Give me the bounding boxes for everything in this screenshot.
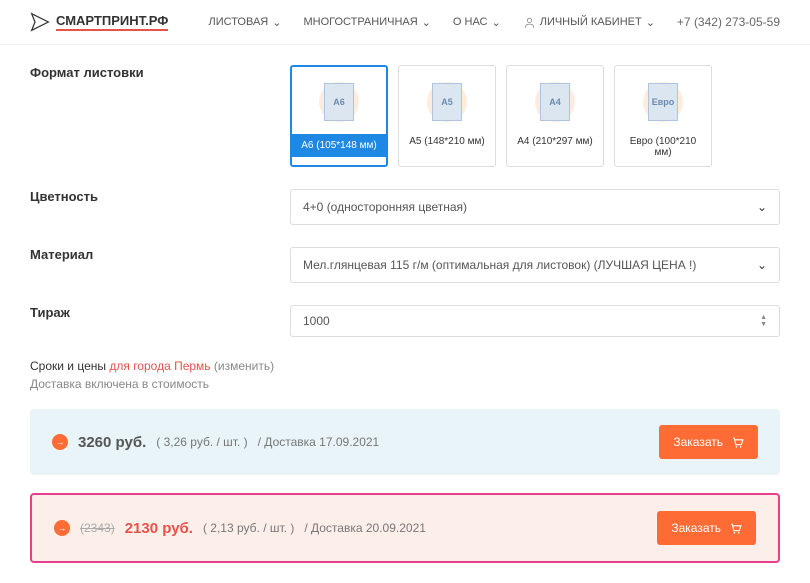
- price-value: 2130 руб.: [125, 520, 193, 537]
- delivery-note: Доставка включена в стоимость: [30, 377, 780, 391]
- chevron-down-icon: ⌄: [646, 16, 655, 29]
- order-button[interactable]: Заказать: [657, 511, 756, 545]
- terms-block: Сроки и цены для города Пермь (изменить)…: [30, 359, 780, 391]
- price-per-unit: ( 3,26 руб. / шт. ): [156, 435, 247, 449]
- price-per-unit: ( 2,13 руб. / шт. ): [203, 521, 294, 535]
- qty-stepper[interactable]: 1000 ▲▼: [290, 305, 780, 337]
- chevron-down-icon: ⌄: [422, 16, 431, 29]
- terms-city: для города Пермь: [109, 359, 210, 373]
- format-a6[interactable]: A6 А6 (105*148 мм): [290, 65, 388, 167]
- format-euro[interactable]: Евро Евро (100*210 мм): [614, 65, 712, 167]
- nav-account[interactable]: ЛИЧНЫЙ КАБИНЕТ ⌄: [523, 16, 655, 29]
- logo-text: СМАРТПРИНТ.РФ: [56, 13, 168, 31]
- main-nav: ЛИСТОВАЯ ⌄ МНОГОСТРАНИЧНАЯ ⌄ О НАС ⌄ ЛИЧ…: [209, 15, 781, 29]
- paper-plane-icon: [30, 12, 50, 32]
- format-a4[interactable]: A4 А4 (210*297 мм): [506, 65, 604, 167]
- material-select[interactable]: Мел.глянцевая 115 г/м (оптимальная для л…: [290, 247, 780, 283]
- format-options: A6 А6 (105*148 мм) A5 А5 (148*210 мм) A4…: [290, 65, 780, 167]
- terms-title: Сроки и цены: [30, 359, 106, 373]
- color-select[interactable]: 4+0 (односторонняя цветная) ⌄: [290, 189, 780, 225]
- cart-icon: [729, 522, 742, 535]
- chevron-down-icon: ⌄: [757, 200, 767, 214]
- arrow-right-icon: →: [54, 520, 70, 536]
- price-option-cheap: → (2343) 2130 руб. ( 2,13 руб. / шт. ) /…: [30, 493, 780, 563]
- nav-multipage[interactable]: МНОГОСТРАНИЧНАЯ ⌄: [303, 16, 430, 29]
- chevron-down-icon: ⌄: [492, 16, 501, 29]
- price-option-fast: → 3260 руб. ( 3,26 руб. / шт. ) / Достав…: [30, 409, 780, 475]
- price-delivery-date: / Доставка 17.09.2021: [258, 435, 380, 449]
- price-delivery-date: / Доставка 20.09.2021: [304, 521, 426, 535]
- stepper-arrows-icon[interactable]: ▲▼: [760, 314, 767, 328]
- cart-icon: [731, 436, 744, 449]
- price-value: 3260 руб.: [78, 434, 146, 451]
- color-label: Цветность: [30, 189, 290, 225]
- change-city-link[interactable]: (изменить): [214, 359, 274, 373]
- order-button[interactable]: Заказать: [659, 425, 758, 459]
- user-icon: [523, 16, 536, 29]
- chevron-down-icon: ⌄: [757, 258, 767, 272]
- format-label: Формат листовки: [30, 65, 290, 167]
- price-old: (2343): [80, 521, 115, 535]
- nav-sheet[interactable]: ЛИСТОВАЯ ⌄: [209, 16, 282, 29]
- nav-about[interactable]: О НАС ⌄: [453, 16, 501, 29]
- qty-label: Тираж: [30, 305, 290, 337]
- logo[interactable]: СМАРТПРИНТ.РФ: [30, 12, 168, 32]
- arrow-right-icon: →: [52, 434, 68, 450]
- material-label: Материал: [30, 247, 290, 283]
- format-a5[interactable]: A5 А5 (148*210 мм): [398, 65, 496, 167]
- chevron-down-icon: ⌄: [272, 16, 281, 29]
- header: СМАРТПРИНТ.РФ ЛИСТОВАЯ ⌄ МНОГОСТРАНИЧНАЯ…: [0, 0, 810, 45]
- phone-number: +7 (342) 273-05-59: [677, 15, 780, 29]
